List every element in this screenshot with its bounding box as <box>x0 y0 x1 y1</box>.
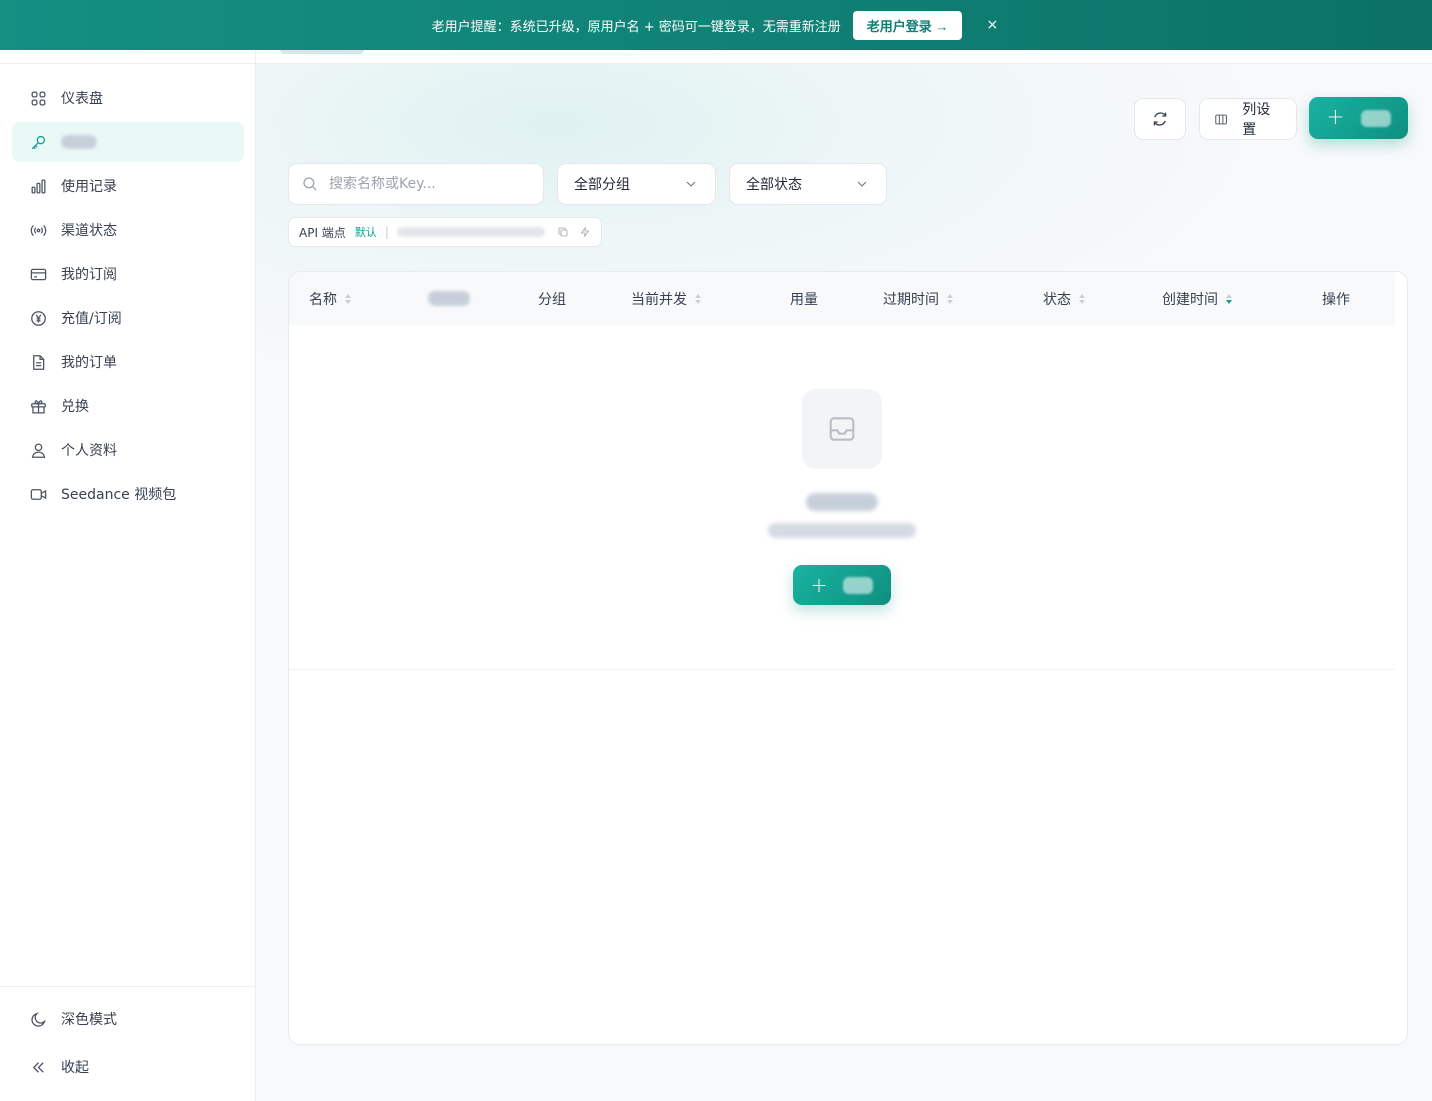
sidebar-footer: 深色模式 收起 <box>0 986 255 1095</box>
moon-icon <box>28 1009 48 1029</box>
sidebar-item-profile[interactable]: 个人资料 <box>12 430 244 470</box>
header-tab-redacted <box>280 50 364 54</box>
column-header-name[interactable]: 名称 <box>309 272 351 325</box>
dashboard-icon <box>28 88 48 108</box>
empty-state-create-button[interactable]: + <box>793 565 891 605</box>
gift-icon <box>28 396 48 416</box>
dark-mode-toggle[interactable]: 深色模式 <box>12 999 243 1039</box>
sidebar-divider <box>0 63 255 64</box>
page-header <box>256 50 1432 64</box>
sidebar-item-label: 我的订单 <box>61 355 117 371</box>
old-user-login-button[interactable]: 老用户登录 → <box>852 10 963 40</box>
refresh-button[interactable] <box>1134 98 1186 140</box>
inbox-icon <box>829 417 855 441</box>
sort-icon <box>695 293 701 305</box>
column-header-actions: 操作 <box>1322 291 1350 308</box>
sidebar-item-api-keys[interactable] <box>12 122 244 162</box>
copy-icon[interactable] <box>557 226 569 238</box>
sort-icon <box>947 293 953 305</box>
sidebar-item-label-redacted <box>61 135 97 149</box>
plus-icon: + <box>810 573 828 597</box>
sidebar-item-label: 使用记录 <box>61 179 117 195</box>
collapse-label: 收起 <box>61 1060 89 1076</box>
default-badge: 默认 <box>354 226 377 239</box>
empty-state-illustration <box>802 389 882 469</box>
sidebar-item-label: 兑换 <box>61 399 89 415</box>
sidebar-nav: 仪表盘 使用记录 渠道状态 我的订阅 充值/订阅 我的订单 兑换 个人资料 Se… <box>12 78 244 518</box>
sidebar-item-label: 我的订阅 <box>61 267 117 283</box>
table-header: 名称 分组 当前并发 用量 过期时间 状态 创建时间 操作 <box>289 272 1395 325</box>
column-header-concurrency[interactable]: 当前并发 <box>631 272 701 325</box>
document-icon <box>28 352 48 372</box>
sidebar-item-label: 个人资料 <box>61 443 117 459</box>
sidebar-item-usage[interactable]: 使用记录 <box>12 166 244 206</box>
column-header-usage: 用量 <box>790 291 818 308</box>
empty-state-description-redacted <box>768 523 916 538</box>
signal-icon <box>28 220 48 240</box>
create-key-label-redacted <box>1360 109 1391 127</box>
banner-text: 老用户提醒：系统已升级，原用户名 + 密码可一键登录，无需重新注册 <box>431 19 841 35</box>
yuan-icon <box>28 308 48 328</box>
sidebar-item-label: 充值/订阅 <box>61 311 122 327</box>
main-content: 列设置 + 全部分组 全部状态 API 端点 默认 | 名称 <box>256 64 1432 1101</box>
column-header-label-redacted <box>428 291 470 306</box>
search-input[interactable] <box>329 176 519 192</box>
sort-icon <box>345 293 351 305</box>
api-endpoint-url-redacted <box>396 227 545 237</box>
chevron-down-icon <box>857 181 867 187</box>
sort-desc-icon <box>1226 293 1232 305</box>
api-keys-table: 名称 分组 当前并发 用量 过期时间 状态 创建时间 操作 + <box>288 271 1408 1045</box>
column-settings-button[interactable]: 列设置 <box>1199 98 1297 140</box>
api-endpoint-bar: API 端点 默认 | <box>288 217 602 247</box>
api-separator: | <box>384 225 389 239</box>
columns-icon <box>1215 114 1227 124</box>
column-header-key <box>428 272 470 325</box>
sidebar-item-seedance-video[interactable]: Seedance 视频包 <box>12 474 244 514</box>
empty-state-title-redacted <box>806 493 878 511</box>
create-key-button[interactable]: + <box>1309 97 1408 139</box>
sort-icon <box>1079 293 1085 305</box>
column-header-created[interactable]: 创建时间 <box>1162 272 1232 325</box>
key-icon <box>28 132 48 152</box>
column-settings-label: 列设置 <box>1242 102 1271 138</box>
sidebar: 仪表盘 使用记录 渠道状态 我的订阅 充值/订阅 我的订单 兑换 个人资料 Se… <box>0 50 256 1101</box>
search-icon <box>303 177 317 191</box>
credit-card-icon <box>28 264 48 284</box>
sidebar-item-subscriptions[interactable]: 我的订阅 <box>12 254 244 294</box>
sidebar-item-label: Seedance 视频包 <box>61 487 177 503</box>
group-select-value: 全部分组 <box>574 177 630 193</box>
announcement-banner: 老用户提醒：系统已升级，原用户名 + 密码可一键登录，无需重新注册 老用户登录 … <box>0 0 1432 50</box>
collapse-sidebar-button[interactable]: 收起 <box>12 1047 243 1087</box>
bar-chart-icon <box>28 176 48 196</box>
empty-state-create-label-redacted <box>843 576 874 594</box>
close-icon[interactable]: × <box>984 17 1000 33</box>
api-endpoint-label: API 端点 <box>299 225 346 240</box>
group-select[interactable]: 全部分组 <box>557 163 716 205</box>
column-header-group: 分组 <box>538 291 566 308</box>
sidebar-item-orders[interactable]: 我的订单 <box>12 342 244 382</box>
sidebar-item-label: 渠道状态 <box>61 223 117 239</box>
sidebar-item-redeem[interactable]: 兑换 <box>12 386 244 426</box>
chevron-down-icon <box>686 181 696 187</box>
plus-icon: + <box>1326 105 1345 130</box>
table-divider <box>289 669 1395 670</box>
sidebar-item-channel-status[interactable]: 渠道状态 <box>12 210 244 250</box>
status-select-value: 全部状态 <box>746 177 802 193</box>
sidebar-item-dashboard[interactable]: 仪表盘 <box>12 78 244 118</box>
status-select[interactable]: 全部状态 <box>729 163 887 205</box>
collapse-icon <box>28 1057 48 1077</box>
sidebar-item-recharge[interactable]: 充值/订阅 <box>12 298 244 338</box>
video-icon <box>28 484 48 504</box>
sidebar-item-label: 仪表盘 <box>61 91 103 107</box>
column-header-status[interactable]: 状态 <box>1043 272 1085 325</box>
column-header-expires[interactable]: 过期时间 <box>883 272 953 325</box>
user-icon <box>28 440 48 460</box>
refresh-icon <box>1153 112 1167 126</box>
lightning-icon[interactable] <box>579 226 591 238</box>
search-box[interactable] <box>288 163 544 205</box>
dark-mode-label: 深色模式 <box>61 1012 117 1028</box>
